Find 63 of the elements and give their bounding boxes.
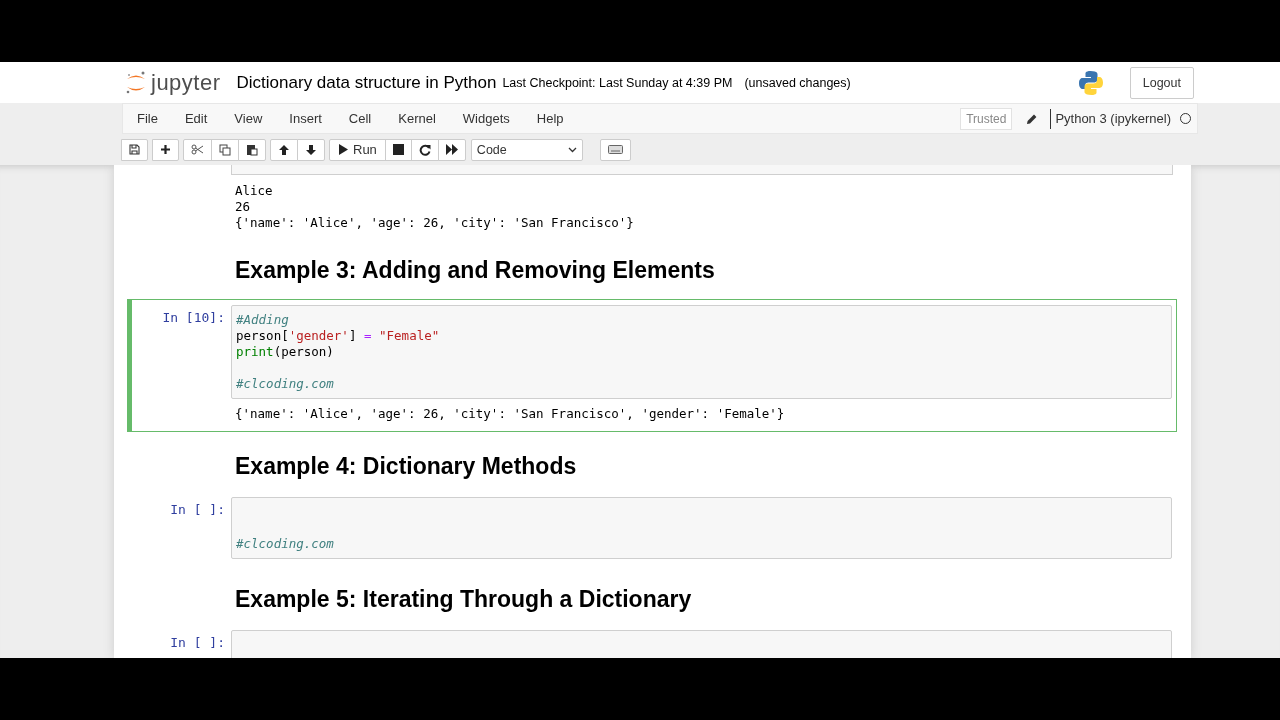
output-line: {'name': 'Alice', 'age': 26, 'city': 'San Francisco'} [235,215,634,231]
menu-item[interactable]: View [234,111,263,126]
move-up-button[interactable] [270,138,298,161]
paste-button[interactable] [238,138,266,161]
menu-item[interactable]: Cell [348,111,372,126]
checkpoint-text: Last Checkpoint: Last Sunday at 4:39 PM [502,75,733,90]
output-line: Alice [235,183,274,199]
input-prompt: In [ ]: [170,635,225,650]
code-line: person['gender'] = "Female" [236,328,440,343]
caret-icon [567,146,577,153]
section-heading: Example 3: Adding and Removing Elements [235,257,715,284]
python-logo-icon [1077,69,1104,96]
save-status: (unsaved changes) [744,75,851,90]
code-input-area[interactable] [231,630,1172,658]
menu-item[interactable]: Kernel [398,111,436,126]
kernel-name[interactable]: Python 3 (ipykernel) [1055,111,1171,126]
save-button[interactable] [121,138,148,161]
menu-item[interactable]: Widgets [462,111,510,126]
fast-forward-icon [445,144,458,155]
output-line: {'name': 'Alice', 'age': 26, 'city': 'San Francisco', 'gender': 'Female'} [235,406,785,422]
play-icon [338,144,348,155]
logout-button[interactable]: Logout [1129,66,1194,99]
logo-text[interactable]: jupyter [151,69,221,96]
output-line: 26 [235,199,252,215]
menu-item[interactable]: Insert [289,111,322,126]
code-cell[interactable]: In [ ]: [127,624,1177,658]
insert-cell-button[interactable] [152,138,179,161]
stop-button[interactable] [384,138,412,161]
menu-item[interactable]: Help [536,111,564,126]
restart-icon [418,143,431,156]
code-input-area[interactable]: #Adding person['gender'] = "Female" print(person) #clcoding.com [231,305,1172,399]
keyboard-button[interactable] [599,138,631,161]
arrow-down-icon [305,143,317,156]
code-input-area[interactable]: #clcoding.com [231,497,1172,559]
menu-item[interactable]: File [137,111,158,126]
input-prompt: In [10]: [162,310,225,325]
run-button[interactable]: Run [329,138,386,161]
code-cell[interactable]: In [ ]: #clcoding.com [127,491,1177,565]
plus-icon [160,144,171,155]
code-line: #Adding [236,312,289,327]
section-heading: Example 4: Dictionary Methods [235,453,577,480]
scissors-icon [191,144,204,155]
code-cell[interactable]: In [10]: #Adding person['gender'] = "Female" print(person) #clcoding.com {'name': 'Alice', 'age': 26, 'city': 'San Francisco', 'gender': 'Female'} [127,299,1177,432]
trusted-indicator[interactable]: Trusted [960,107,1013,130]
arrow-up-icon [278,143,290,156]
menu-item[interactable]: Edit [184,111,208,126]
restart-button[interactable] [410,138,439,161]
notebook-title[interactable]: Dictionary data structure in Python [236,72,497,93]
move-down-button[interactable] [297,138,325,161]
keyboard-icon [607,145,623,154]
stop-icon [392,144,404,155]
code-line: #clcoding.com [236,376,334,391]
fast-forward-button[interactable] [437,138,466,161]
code-line: #clcoding.com [236,536,334,551]
cell-type-dropdown[interactable]: Code [470,138,583,161]
code-line: print(person) [236,344,334,359]
paste-icon [246,143,258,156]
jupyter-logo-icon [125,69,147,96]
section-heading: Example 5: Iterating Through a Dictionary [235,586,692,613]
cut-button[interactable] [183,138,212,161]
input-prompt: In [ ]: [170,502,225,517]
pencil-icon[interactable] [1026,112,1039,125]
copy-icon [219,143,231,156]
